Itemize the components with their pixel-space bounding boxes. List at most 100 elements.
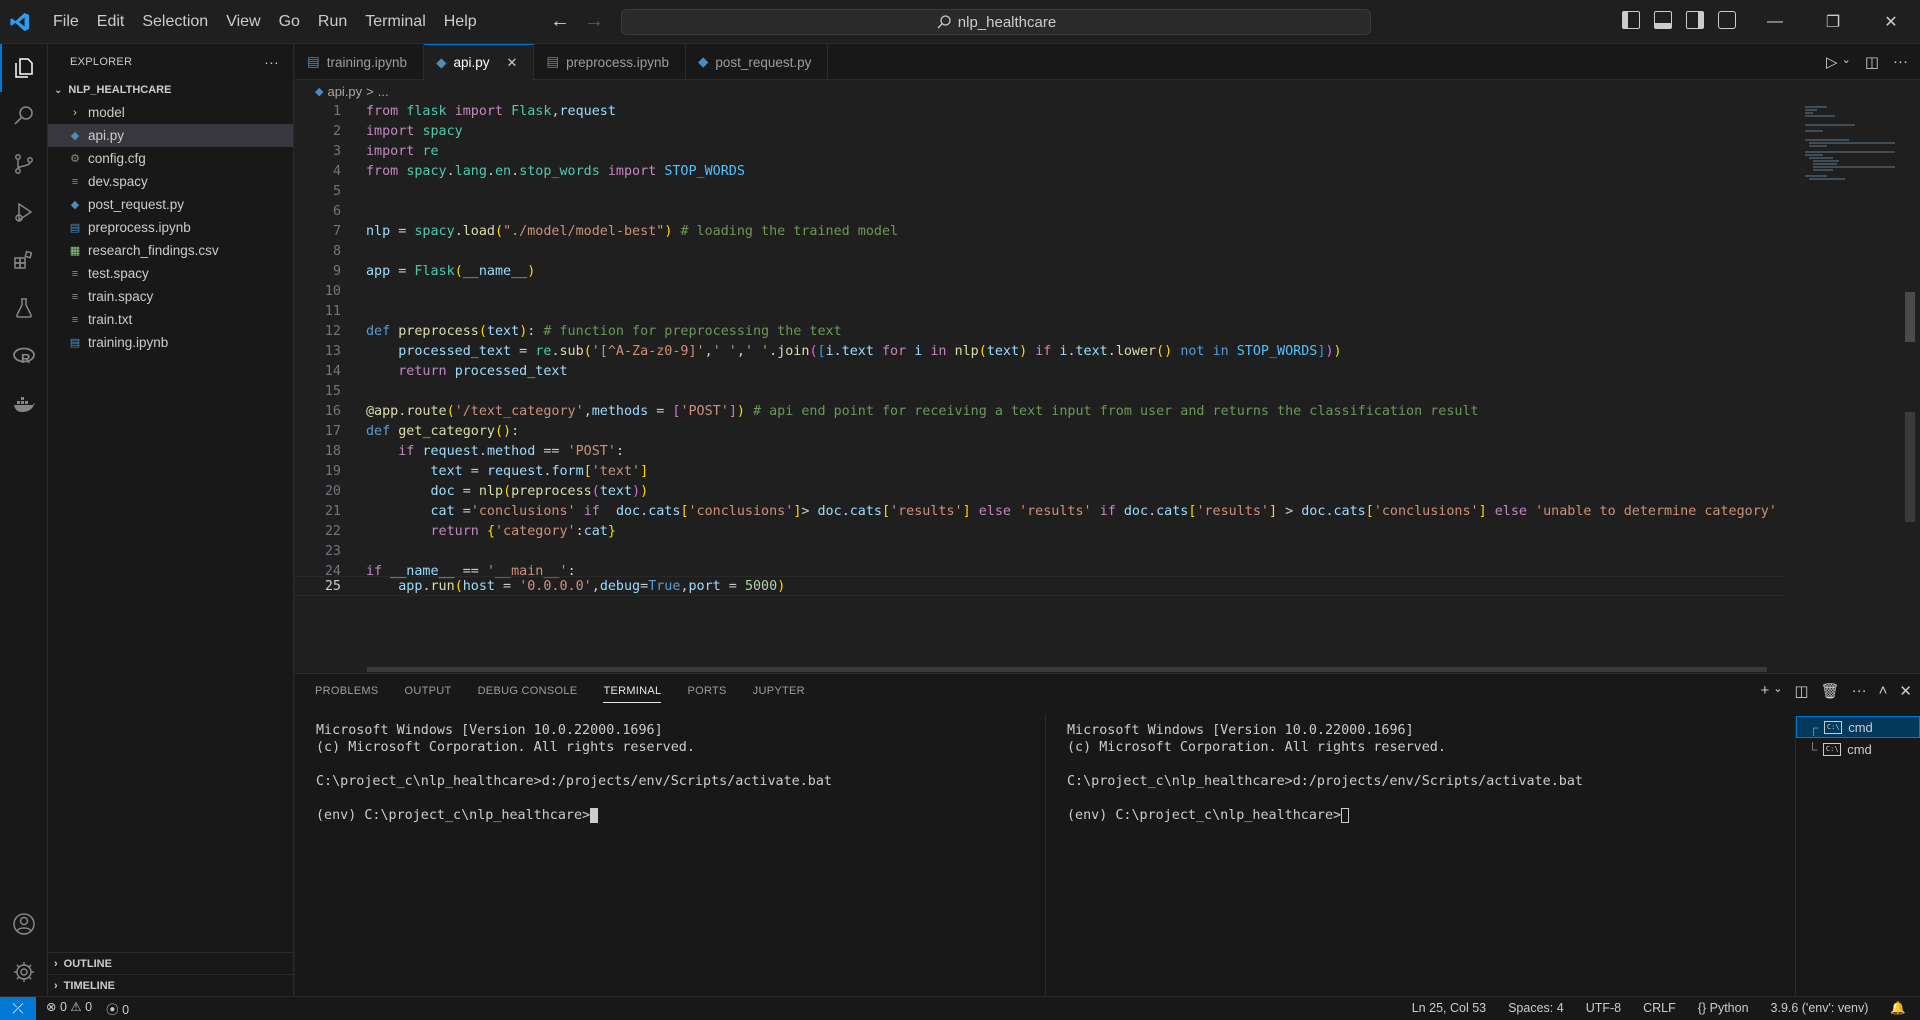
terminal-prompt: (env) C:\project_c\nlp_healthcare> xyxy=(316,808,591,823)
r-language-icon[interactable]: R xyxy=(0,332,48,380)
tree-item-training-ipynb[interactable]: ▤ training.ipynb xyxy=(48,331,293,354)
tree-item-config-cfg[interactable]: ⚙ config.cfg xyxy=(48,147,293,170)
command-center-search[interactable]: nlp_healthcare xyxy=(621,9,1371,35)
tree-item-dev-spacy[interactable]: ≡ dev.spacy xyxy=(48,170,293,193)
code-line: 12 def preprocess(text): # function for p… xyxy=(295,322,1785,342)
ports-status[interactable]: ⦿ 0 xyxy=(106,999,129,1018)
menu-edit[interactable]: Edit xyxy=(88,0,134,44)
code-line: 11 xyxy=(295,302,1785,322)
close-icon[interactable]: ✕ xyxy=(507,55,518,71)
run-debug-icon[interactable] xyxy=(0,188,48,236)
toggle-primary-sidebar-icon[interactable] xyxy=(1622,11,1640,29)
more-actions-icon[interactable]: ··· xyxy=(264,54,279,70)
tab-output[interactable]: OUTPUT xyxy=(405,685,452,697)
menu-file[interactable]: File xyxy=(44,0,88,44)
forward-arrow-icon[interactable]: → xyxy=(584,10,604,33)
minimap[interactable] xyxy=(1785,102,1900,202)
testing-flask-icon[interactable] xyxy=(0,284,48,332)
docker-icon[interactable] xyxy=(0,380,48,428)
terminal-cursor xyxy=(590,807,599,823)
tree-item-test-spacy[interactable]: ≡ test.spacy xyxy=(48,262,293,285)
menu-help[interactable]: Help xyxy=(435,0,486,44)
toggle-panel-icon[interactable] xyxy=(1654,11,1672,29)
chevron-down-icon[interactable]: ⌄ xyxy=(1773,682,1782,700)
tab-preprocess-ipynb[interactable]: ▤ preprocess.ipynb xyxy=(534,44,686,80)
terminal-list-item[interactable]: └ C:\ cmd xyxy=(1796,738,1920,760)
timeline-section[interactable]: › TIMELINE xyxy=(48,974,294,996)
chevron-right-icon: › xyxy=(54,957,58,970)
menu-terminal[interactable]: Terminal xyxy=(356,0,434,44)
manage-gear-icon[interactable] xyxy=(0,948,48,996)
problems-status[interactable]: ⊗ 0 ⚠ 0 xyxy=(46,999,92,1018)
indentation[interactable]: Spaces: 4 xyxy=(1508,1001,1564,1016)
notebook-file-icon: ▤ xyxy=(69,222,81,234)
trash-icon[interactable]: 🗑 xyxy=(1821,682,1840,700)
menu-run[interactable]: Run xyxy=(309,0,356,44)
minimize-icon[interactable]: — xyxy=(1746,0,1804,44)
tree-item-label: test.spacy xyxy=(88,266,149,281)
extensions-icon[interactable] xyxy=(0,236,48,284)
breadcrumb-symbols[interactable]: ... xyxy=(378,84,389,99)
terminal-list-item[interactable]: ┌ C:\ cmd xyxy=(1796,716,1920,738)
tab-training-ipynb[interactable]: ▤ training.ipynb xyxy=(295,44,425,80)
maximize-panel-icon[interactable]: ˄ xyxy=(1879,682,1888,700)
code-line: 7 nlp = spacy.load("./model/model-best") … xyxy=(295,222,1785,242)
tree-item-train-txt[interactable]: ≡ train.txt xyxy=(48,308,293,331)
terminal-split-divider[interactable] xyxy=(1045,714,1046,997)
outline-section[interactable]: › OUTLINE xyxy=(48,952,294,974)
new-terminal-plus-icon[interactable]: + xyxy=(1760,682,1769,700)
language-mode[interactable]: {} Python xyxy=(1698,1001,1749,1016)
command-center-text: nlp_healthcare xyxy=(957,13,1057,31)
tab-jupyter[interactable]: JUPYTER xyxy=(753,685,805,697)
remote-indicator-icon[interactable]: ⤫ xyxy=(0,996,36,1020)
tab-ports[interactable]: PORTS xyxy=(687,685,726,697)
maximize-icon[interactable]: ❐ xyxy=(1804,0,1862,44)
customize-layout-icon[interactable] xyxy=(1718,11,1736,29)
back-arrow-icon[interactable]: ← xyxy=(550,10,570,33)
dropdown-chevron-icon[interactable]: ⌄ xyxy=(1842,53,1851,71)
split-terminal-icon[interactable]: ◫ xyxy=(1794,682,1808,700)
scrollbar-thumb[interactable] xyxy=(1905,292,1915,342)
tab-api-py[interactable]: ◆ api.py ✕ xyxy=(424,44,535,80)
notifications-bell-icon[interactable]: 🔔 xyxy=(1890,1001,1906,1016)
tree-item-train-spacy[interactable]: ≡ train.spacy xyxy=(48,285,293,308)
run-play-icon[interactable]: ▷ xyxy=(1826,53,1838,71)
tree-item-research-findings-csv[interactable]: ▦ research_findings.csv xyxy=(48,239,293,262)
tab-terminal[interactable]: TERMINAL xyxy=(603,685,662,703)
vertical-scrollbar[interactable] xyxy=(1902,102,1916,672)
more-actions-icon[interactable]: ··· xyxy=(1893,53,1908,71)
workspace-folder[interactable]: ⌄ NLP_HEALTHCARE xyxy=(48,79,293,101)
menu-go[interactable]: Go xyxy=(270,0,309,44)
terminal-right[interactable]: Microsoft Windows [Version 10.0.22000.16… xyxy=(1067,722,1583,824)
close-panel-icon[interactable]: ✕ xyxy=(1899,682,1912,700)
horizontal-scrollbar[interactable] xyxy=(367,667,1767,672)
tree-item-post-request-py[interactable]: ◆ post_request.py xyxy=(48,193,293,216)
breadcrumb-file[interactable]: api.py xyxy=(327,84,362,99)
tree-item-preprocess-ipynb[interactable]: ▤ preprocess.ipynb xyxy=(48,216,293,239)
more-actions-icon[interactable]: ··· xyxy=(1852,682,1867,700)
tree-item-label: dev.spacy xyxy=(88,174,148,189)
timeline-label: TIMELINE xyxy=(63,979,116,992)
tab-label: training.ipynb xyxy=(326,54,408,70)
accounts-icon[interactable] xyxy=(0,900,48,948)
explorer-icon[interactable] xyxy=(0,44,48,92)
cursor-position[interactable]: Ln 25, Col 53 xyxy=(1412,1001,1486,1016)
end-of-line[interactable]: CRLF xyxy=(1643,1001,1676,1016)
encoding[interactable]: UTF-8 xyxy=(1586,1001,1621,1016)
menu-selection[interactable]: Selection xyxy=(133,0,217,44)
split-editor-icon[interactable]: ◫ xyxy=(1865,53,1879,71)
tab-problems[interactable]: PROBLEMS xyxy=(315,685,379,697)
toggle-secondary-sidebar-icon[interactable] xyxy=(1686,11,1704,29)
menu-view[interactable]: View xyxy=(217,0,269,44)
code-editor[interactable]: 1 from flask import Flask,request 2 import… xyxy=(295,102,1920,672)
search-icon[interactable] xyxy=(0,92,48,140)
tree-item-api-py[interactable]: ◆ api.py xyxy=(48,124,293,147)
python-interpreter[interactable]: 3.9.6 ('env': venv) xyxy=(1771,1001,1869,1016)
tab-post-request-py[interactable]: ◆ post_request.py xyxy=(686,44,829,80)
tree-item-model[interactable]: › model xyxy=(48,101,293,124)
source-control-icon[interactable] xyxy=(0,140,48,188)
close-window-icon[interactable]: ✕ xyxy=(1862,0,1920,44)
terminal-left[interactable]: Microsoft Windows [Version 10.0.22000.16… xyxy=(316,722,832,824)
tab-debug-console[interactable]: DEBUG CONSOLE xyxy=(478,685,578,697)
cmd-icon: C:\ xyxy=(1823,742,1842,756)
